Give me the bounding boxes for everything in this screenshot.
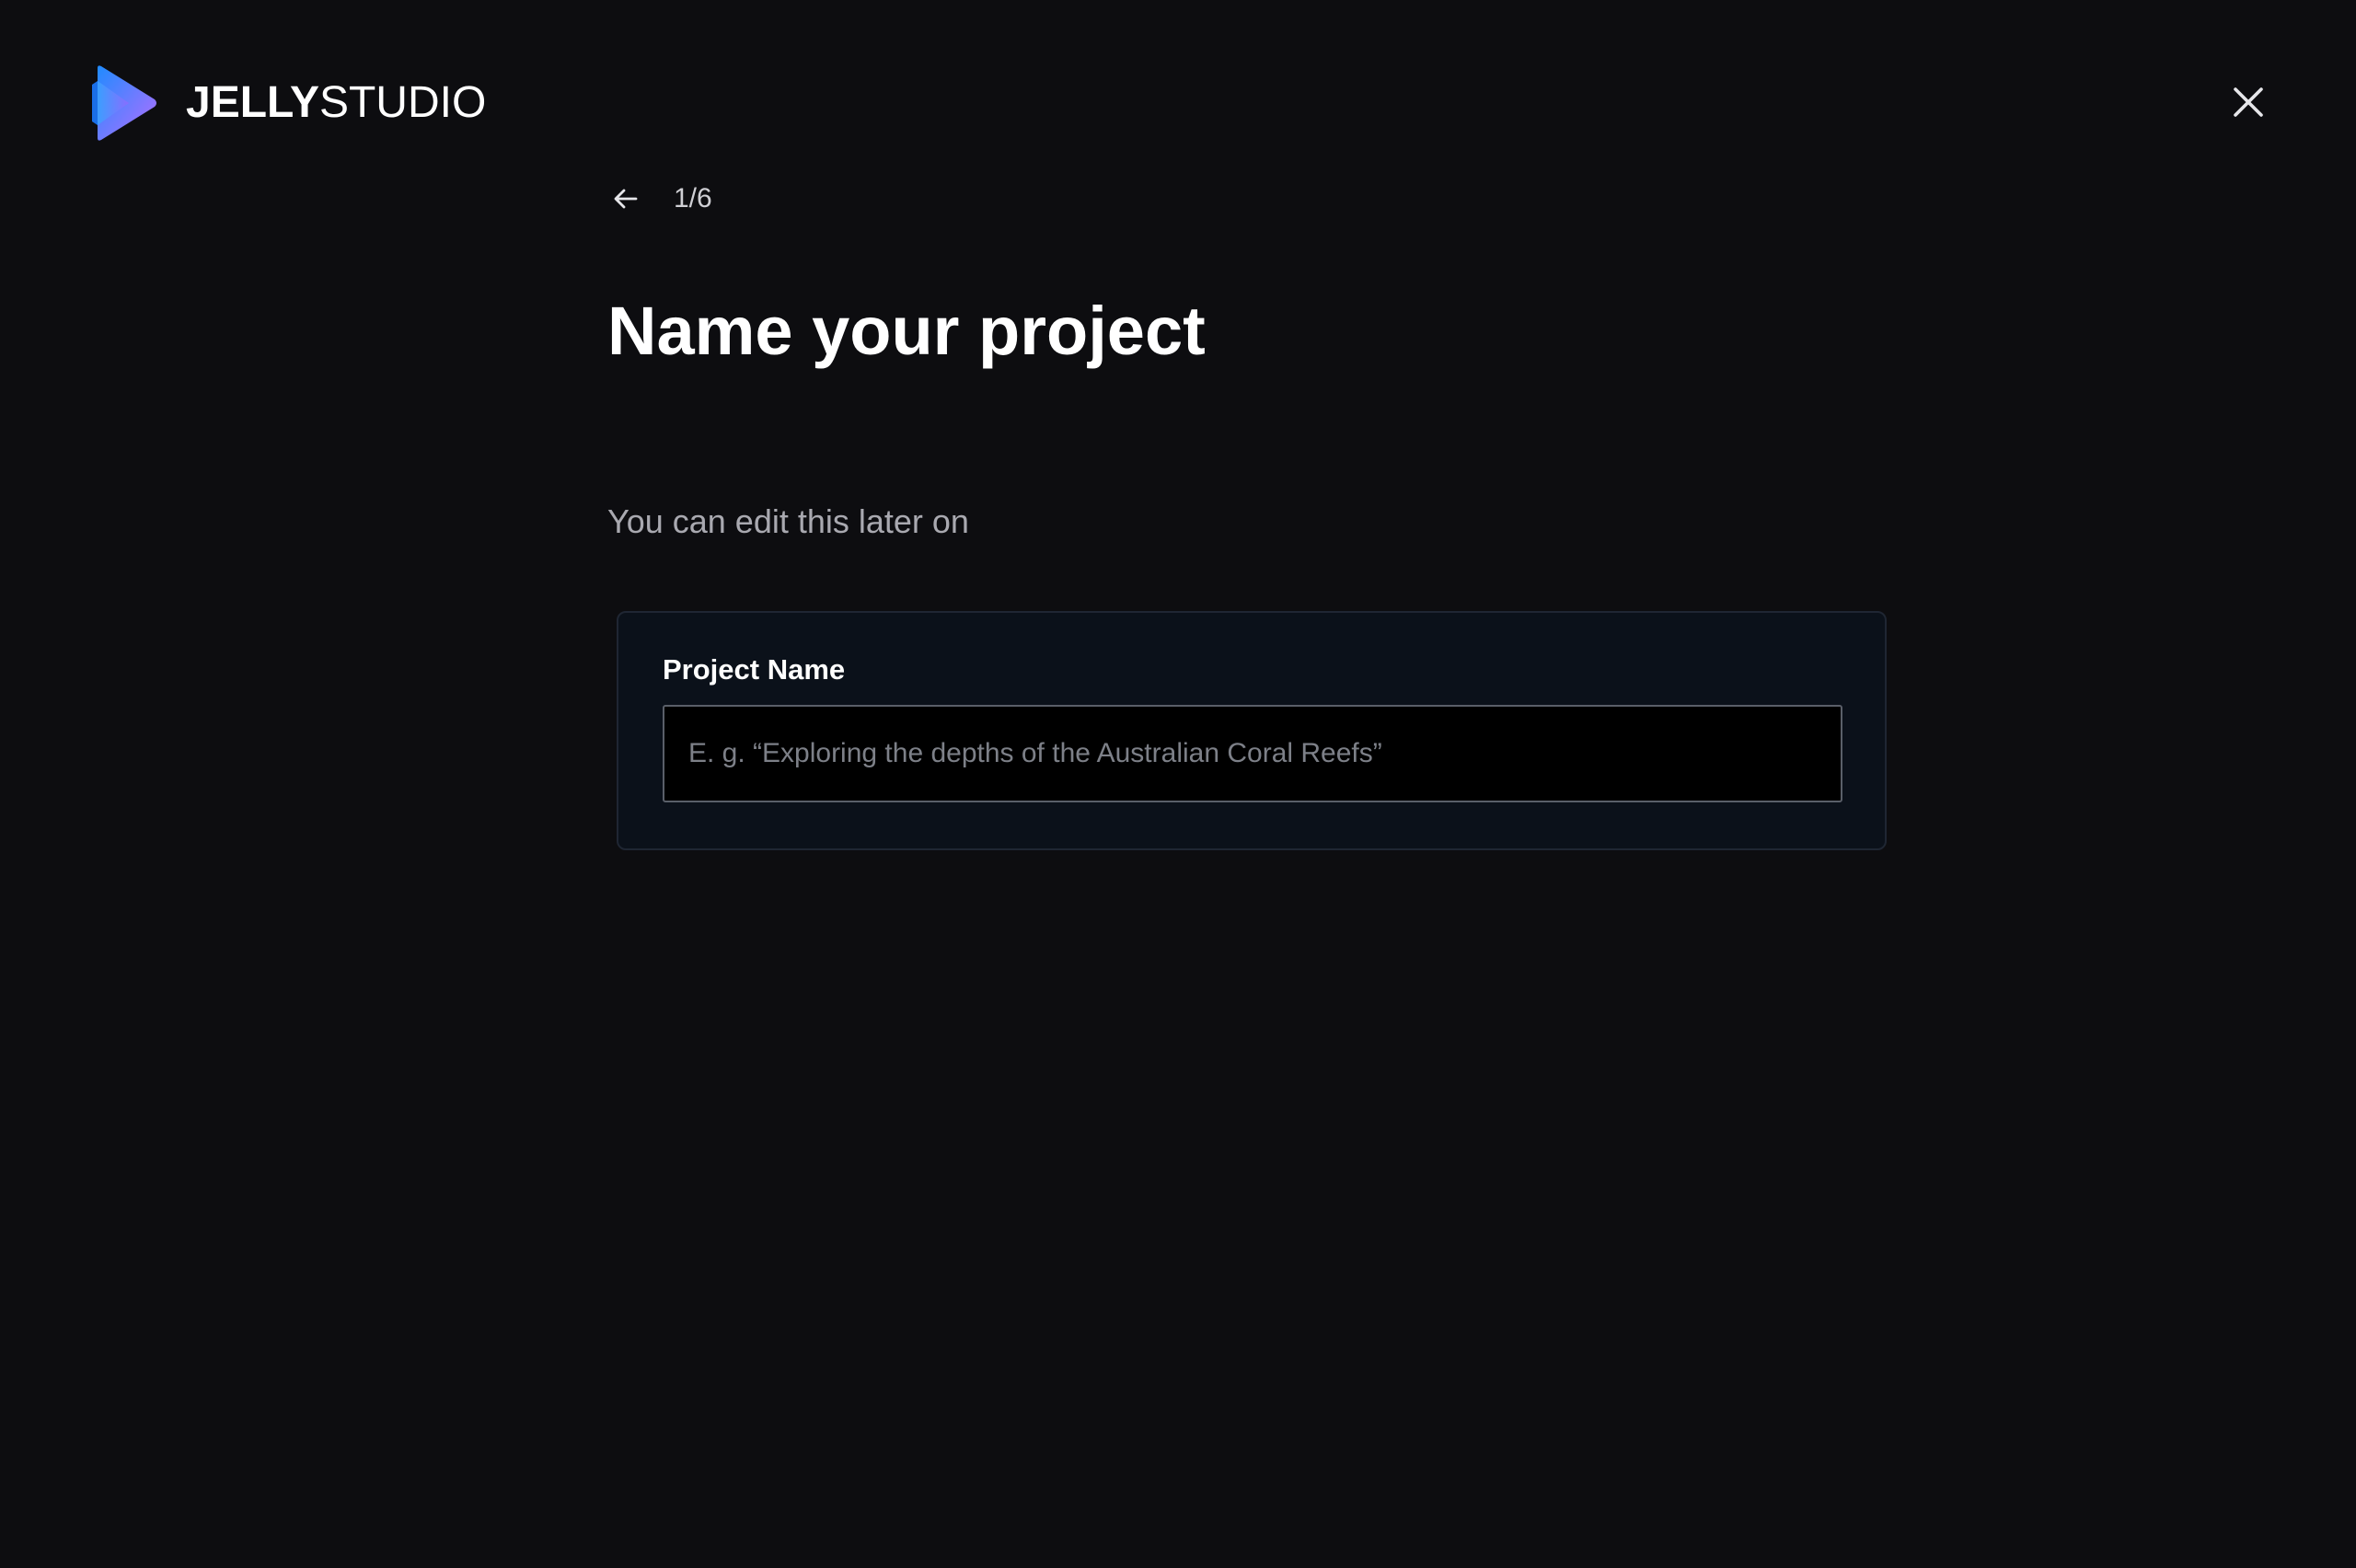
step-counter: 1/6 bbox=[674, 183, 712, 213]
close-button[interactable] bbox=[2227, 81, 2269, 123]
project-name-input[interactable] bbox=[663, 705, 1842, 802]
project-name-card: Project Name bbox=[617, 611, 1887, 850]
play-triangle-logo-icon bbox=[92, 65, 156, 141]
logo-word-light: STUDIO bbox=[318, 78, 487, 127]
step-navigation: 1/6 bbox=[607, 177, 712, 221]
project-name-label: Project Name bbox=[663, 653, 846, 686]
page-subtitle: You can edit this later on bbox=[607, 502, 969, 540]
arrow-left-icon bbox=[614, 189, 638, 209]
page-title: Name your project bbox=[607, 293, 1206, 369]
close-icon bbox=[2234, 87, 2263, 117]
jellystudio-logo[interactable]: JELLYSTUDIO bbox=[92, 64, 486, 142]
project-setup-page: JELLYSTUDIO 1/6 Name your project You ca… bbox=[0, 0, 2356, 1568]
back-button[interactable] bbox=[607, 180, 644, 217]
logo-word-bold: JELLY bbox=[186, 78, 319, 127]
logo-wordmark: JELLYSTUDIO bbox=[186, 64, 486, 142]
